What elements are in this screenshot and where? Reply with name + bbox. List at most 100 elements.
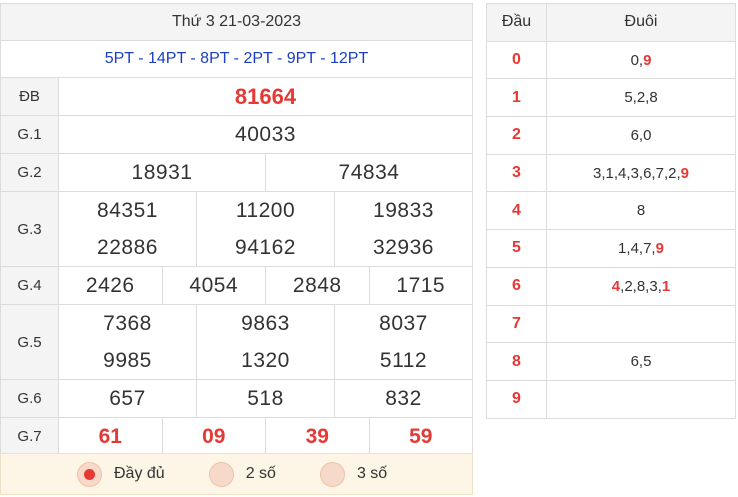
loto-tails: 8 <box>546 191 736 231</box>
loto-head-digit: 1 <box>486 78 547 118</box>
radio-full[interactable] <box>77 461 102 487</box>
prize-cell: 19833 32936 <box>334 191 473 267</box>
prize-value: 18931 <box>58 153 266 192</box>
loto-head-digit: 3 <box>486 153 547 193</box>
prize-value: 32936 <box>373 236 434 259</box>
loto-tails <box>546 379 736 419</box>
prize-label: G.1 <box>0 115 59 154</box>
tail-digit: 2 <box>624 277 633 295</box>
prize-value: 9863 <box>241 312 290 335</box>
loto-row: 7 <box>486 304 736 344</box>
prize-value: 2426 <box>58 266 163 305</box>
tail-digit: 8 <box>636 202 646 220</box>
prize-value: 7368 <box>103 312 152 335</box>
option-3-digits[interactable]: 3 số <box>319 461 388 487</box>
tail-digit: 1 <box>605 164 614 182</box>
display-options-bar: Đầy đủ 2 số 3 số <box>0 453 473 495</box>
tail-digit: 0 <box>630 51 639 69</box>
option-label: 3 số <box>356 465 388 482</box>
prize-value: 61 <box>58 417 163 456</box>
prize-cell: 8037 5112 <box>334 304 473 380</box>
prize-value: 5112 <box>379 349 428 372</box>
prize-value: 2848 <box>265 266 370 305</box>
prize-value: 832 <box>334 379 473 418</box>
prize-value: 40033 <box>58 115 473 154</box>
loto-tails: 0,9 <box>546 40 736 80</box>
prize-value: 9985 <box>103 349 152 372</box>
loto-tails: 1,4,7,9 <box>546 229 736 268</box>
prize-value: 1715 <box>368 266 473 305</box>
prize-value: 518 <box>196 379 335 418</box>
loto-row: 9 <box>486 379 736 419</box>
tail-digit: 7 <box>655 164 664 182</box>
loto-head-digit: 5 <box>486 229 547 268</box>
tail-digit: 3 <box>649 277 658 295</box>
loto-row: 0 0,9 <box>486 40 736 80</box>
tail-digit: 4 <box>611 277 621 295</box>
loto-row: 3 3,1,4,3,6,7,2,9 <box>486 153 736 193</box>
loto-head-digit: 0 <box>486 40 547 80</box>
results-table: Thứ 3 21-03-2023 5PT - 14PT - 8PT - 2PT … <box>0 3 473 456</box>
prize-label: G.4 <box>0 266 59 305</box>
prize-row-g4: G.4 2426 4054 2848 1715 <box>0 266 473 305</box>
prize-value: 11200 <box>235 199 296 222</box>
loto-head-tail-table: Đầu Đuôi 0 0,9 1 5,2,8 2 6,0 3 3,1,4,3,6,7,2,9 4… <box>486 3 736 419</box>
tail-digit: 9 <box>643 51 652 69</box>
tail-digit: 6 <box>630 126 639 144</box>
loto-head-digit: 8 <box>486 342 547 381</box>
prize-cell: 9863 1320 <box>196 304 335 380</box>
prize-cell: 84351 22886 <box>58 191 197 267</box>
col-tail-header: Đuôi <box>546 3 736 42</box>
prize-label: G.2 <box>0 153 59 192</box>
prize-row-g1: G.1 40033 <box>0 115 473 154</box>
tail-digit: 1 <box>661 277 671 295</box>
loto-row: 5 1,4,7,9 <box>486 229 736 268</box>
loto-row: 6 4,2,8,3,1 <box>486 266 736 306</box>
loto-head-digit: 7 <box>486 304 547 344</box>
tail-digit: 3 <box>630 164 639 182</box>
tail-digit: 4 <box>630 239 639 257</box>
prize-row-db: ĐB 81664 <box>0 77 473 116</box>
loto-tails: 6,5 <box>546 342 736 381</box>
tail-digit: 0 <box>643 126 652 144</box>
tail-digit: 8 <box>636 277 646 295</box>
prize-value: 1320 <box>241 349 290 372</box>
prize-row-g2: G.2 18931 74834 <box>0 153 473 192</box>
option-2-digits[interactable]: 2 số <box>208 461 276 487</box>
prize-value: 74834 <box>265 153 473 192</box>
option-full[interactable]: Đầy đủ <box>77 461 165 487</box>
tail-digit: 9 <box>680 164 689 182</box>
loto-head-digit: 4 <box>486 191 547 231</box>
loto-tails: 6,0 <box>546 116 736 155</box>
loto-tails: 5,2,8 <box>546 78 736 118</box>
loto-row: 8 6,5 <box>486 342 736 381</box>
tail-digit: 5 <box>624 89 633 107</box>
loto-tails <box>546 304 736 344</box>
radio-2-digits[interactable] <box>208 461 234 487</box>
pt-codes: 5PT - 14PT - 8PT - 2PT - 9PT - 12PT <box>0 40 473 78</box>
prize-label: G.7 <box>0 417 59 456</box>
tail-digit: 8 <box>649 89 658 107</box>
loto-tails: 4,2,8,3,1 <box>546 266 736 306</box>
col-head-header: Đầu <box>486 3 547 42</box>
prize-label: G.5 <box>0 304 59 380</box>
draw-date: Thứ 3 21-03-2023 <box>0 3 473 41</box>
prize-label: ĐB <box>0 77 59 116</box>
tail-digit: 9 <box>655 239 664 257</box>
prize-row-g5: G.5 7368 9985 9863 1320 8037 5112 <box>0 304 473 380</box>
prize-value: 84351 <box>97 199 158 222</box>
loto-head-digit: 9 <box>486 379 547 419</box>
special-prize-value: 81664 <box>58 77 473 116</box>
prize-value: 657 <box>58 379 197 418</box>
loto-head-digit: 6 <box>486 266 547 306</box>
tail-digit: 2 <box>636 89 646 107</box>
radio-3-digits[interactable] <box>319 461 345 487</box>
tail-digit: 6 <box>630 353 639 371</box>
loto-head-digit: 2 <box>486 116 547 155</box>
option-label: Đầy đủ <box>114 465 165 482</box>
loto-tails: 3,1,4,3,6,7,2,9 <box>546 153 736 193</box>
option-label: 2 số <box>245 465 276 482</box>
prize-value: 09 <box>161 417 266 456</box>
prize-value: 4054 <box>161 266 266 305</box>
loto-row: 1 5,2,8 <box>486 78 736 118</box>
